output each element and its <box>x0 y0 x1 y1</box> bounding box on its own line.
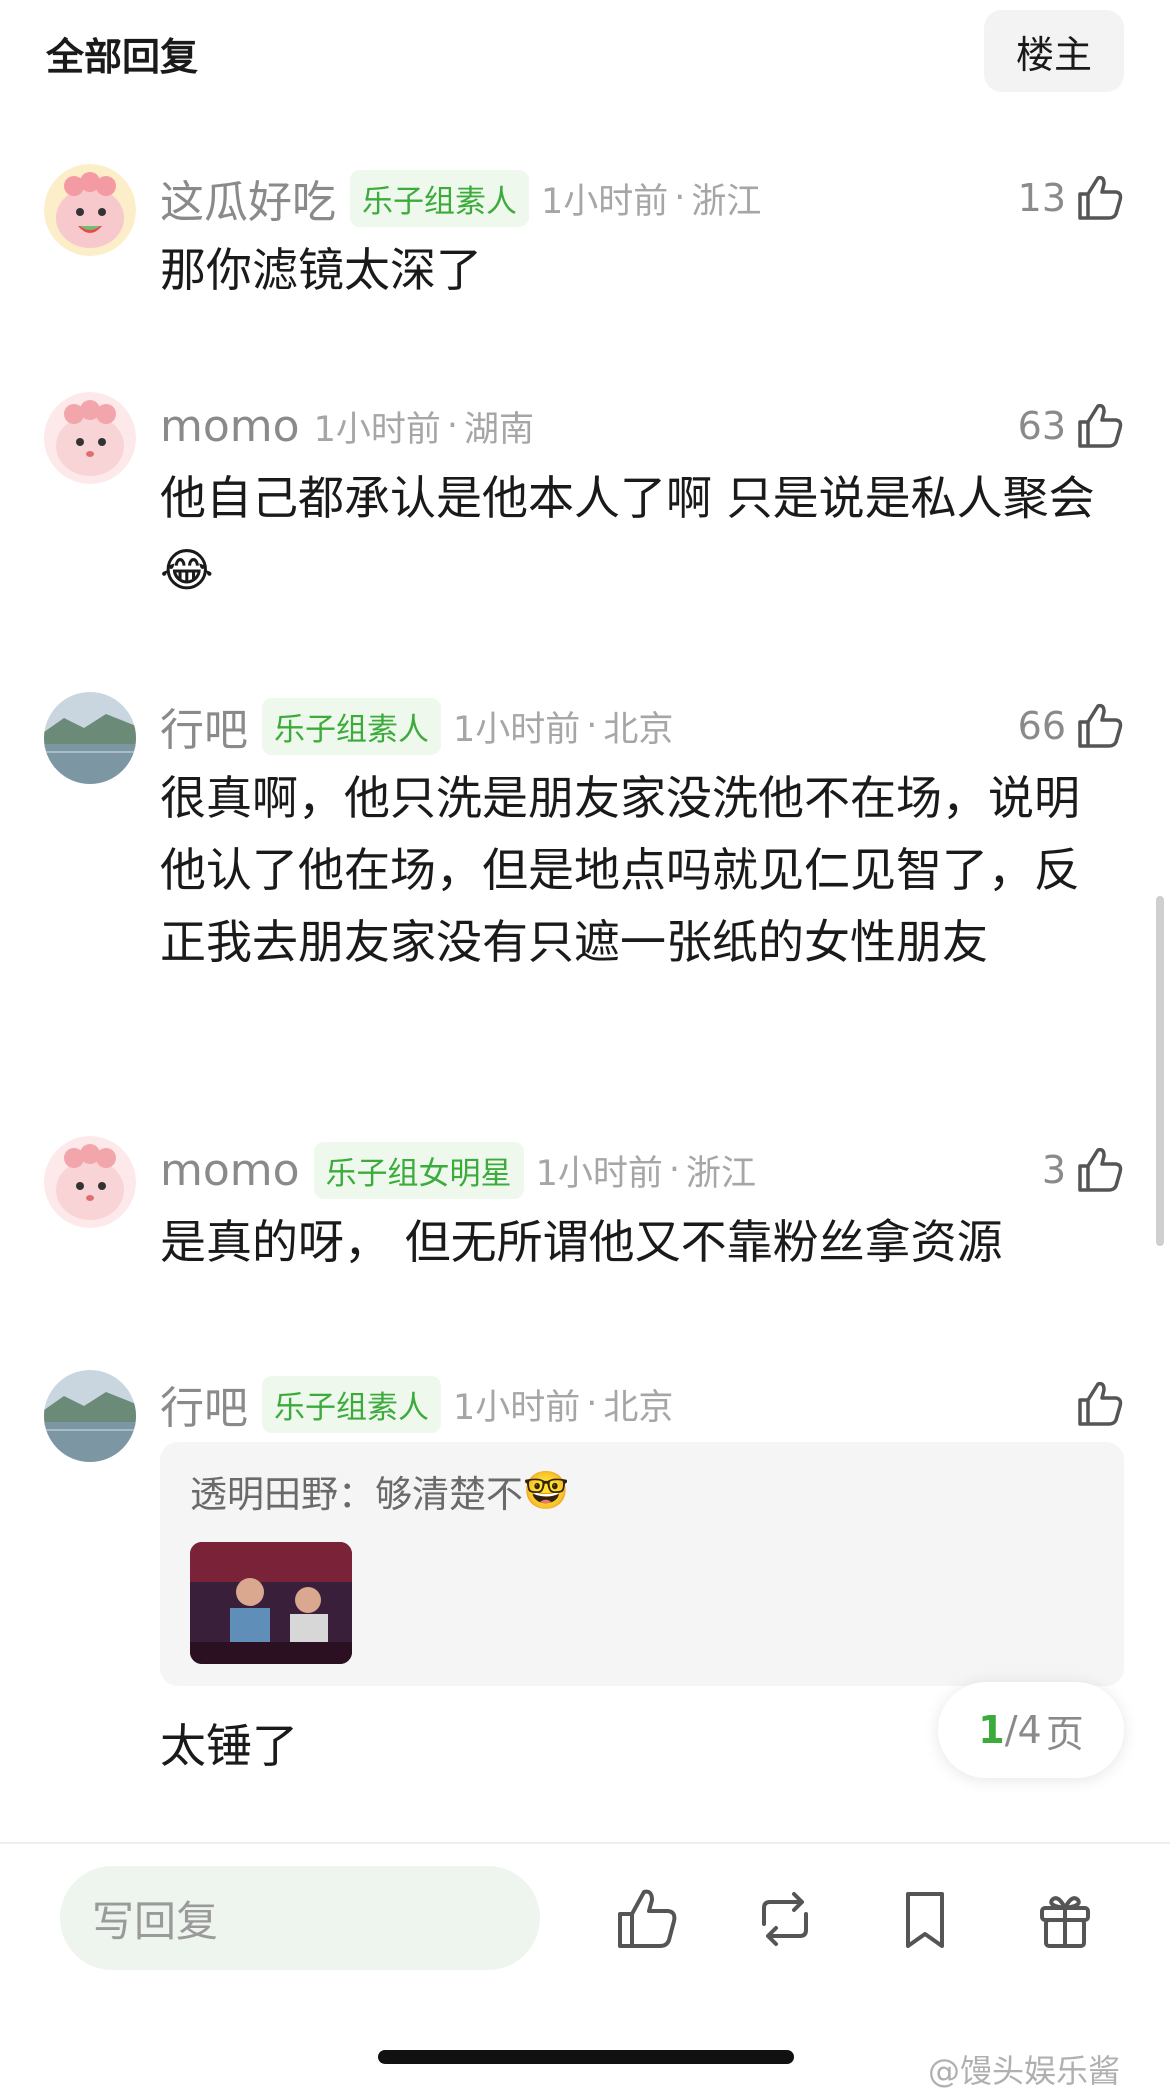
reply-input[interactable]: 写回复 <box>60 1866 540 1970</box>
avatar[interactable] <box>44 692 136 784</box>
location: 浙江 <box>691 181 762 222</box>
like-count: 13 <box>1017 176 1066 220</box>
comment-text: 很真啊，他只洗是朋友家没洗他不在场，说明他认了他在场，但是地点吗就见仁见智了，反… <box>160 771 1080 969</box>
repost-icon[interactable] <box>750 1884 820 1954</box>
like-count: 63 <box>1017 404 1066 448</box>
comment-meta: 行吧 乐子组素人 1小时前 · 北京 <box>160 696 673 756</box>
owner-only-button[interactable]: 楼主 <box>984 10 1124 92</box>
total-pages: /4 <box>1004 1708 1042 1752</box>
meta-separator: · <box>446 406 458 446</box>
meta-separator: · <box>668 1150 680 1190</box>
like-count: 66 <box>1017 704 1066 748</box>
watermark: @馒头娱乐酱 <box>928 2052 1121 2090</box>
page-title: 全部回复 <box>46 35 199 79</box>
comment-item: momo 1小时前 · 湖南 63 他自己都承认是他本人了啊 只是说是私人聚会 😂 <box>0 392 1170 612</box>
timestamp: 1小时前 <box>313 409 441 450</box>
header: 全部回复 楼主 <box>0 0 1170 110</box>
meta-separator: · <box>586 1384 598 1424</box>
user-badge: 乐子组女明星 <box>313 1141 524 1199</box>
like-button[interactable]: 63 <box>1018 396 1126 456</box>
comment-text: 他自己都承认是他本人了啊 只是说是私人聚会 😂 <box>160 462 1100 606</box>
comment-text-content: 他自己都承认是他本人了啊 只是说是私人聚会 <box>160 471 1095 525</box>
timestamp: 1小时前 <box>453 709 581 750</box>
laughing-emoji-icon: 😂 <box>160 543 214 597</box>
meta-separator: · <box>674 178 686 218</box>
comment-meta: momo 1小时前 · 湖南 <box>160 396 534 456</box>
comment-item: 这瓜好吃 乐子组素人 1小时前 · 浙江 13 那你滤镜太深了 <box>0 164 1170 304</box>
page-indicator[interactable]: 1 /4 页 <box>938 1682 1124 1778</box>
comment-meta: 这瓜好吃 乐子组素人 1小时前 · 浙江 <box>160 168 761 228</box>
comment-meta: 行吧 乐子组素人 1小时前 · 北京 <box>160 1374 673 1434</box>
username[interactable]: 这瓜好吃 <box>160 166 336 230</box>
thumbs-up-icon <box>1078 1381 1123 1426</box>
username[interactable]: momo <box>160 1145 300 1196</box>
like-button[interactable]: 66 <box>1018 696 1126 756</box>
username[interactable]: momo <box>160 401 300 452</box>
avatar[interactable] <box>44 1136 136 1228</box>
bookmark-icon[interactable] <box>890 1884 960 1954</box>
comment-item: momo 乐子组女明星 1小时前 · 浙江 3 是真的呀， 但无所谓他又不靠粉丝… <box>0 1136 1170 1276</box>
thumbs-up-icon <box>1078 1147 1123 1192</box>
quoted-reply[interactable]: 透明田野： 够清楚不 🤓 <box>160 1442 1124 1686</box>
user-badge: 乐子组素人 <box>350 169 529 227</box>
thumbs-up-icon[interactable] <box>612 1884 682 1954</box>
avatar[interactable] <box>44 164 136 256</box>
location: 浙江 <box>685 1153 756 1194</box>
comment-item: 行吧 乐子组素人 1小时前 · 北京 66 很真啊，他只洗是朋友家没洗他不在场，… <box>0 692 1170 1052</box>
current-page: 1 <box>978 1708 1005 1752</box>
meta-separator: · <box>586 706 598 746</box>
location: 北京 <box>603 709 674 750</box>
location: 北京 <box>603 1387 674 1428</box>
comment-text: 那你滤镜太深了 <box>160 243 482 297</box>
thumbs-up-icon <box>1078 403 1123 448</box>
user-badge: 乐子组素人 <box>262 697 441 755</box>
location: 湖南 <box>463 409 534 450</box>
gift-icon[interactable] <box>1030 1884 1100 1954</box>
scrollbar[interactable] <box>1156 896 1164 1246</box>
like-count: 3 <box>1041 1148 1066 1192</box>
user-badge: 乐子组素人 <box>262 1375 441 1433</box>
like-button[interactable]: 3 <box>1042 1140 1126 1200</box>
page-unit: 页 <box>1045 1711 1084 1756</box>
timestamp: 1小时前 <box>453 1387 581 1428</box>
username[interactable]: 行吧 <box>160 694 248 758</box>
thumbs-up-icon <box>1078 703 1123 748</box>
home-indicator <box>378 2050 794 2064</box>
comment-meta: momo 乐子组女明星 1小时前 · 浙江 <box>160 1140 756 1200</box>
quote-line: 透明田野： 够清楚不 🤓 <box>190 1464 569 1518</box>
nerd-emoji-icon: 🤓 <box>523 1469 570 1512</box>
like-button[interactable] <box>1066 1374 1126 1434</box>
username[interactable]: 行吧 <box>160 1372 248 1436</box>
quote-author: 透明田野： <box>190 1473 375 1516</box>
avatar[interactable] <box>44 392 136 484</box>
thumbs-up-icon <box>1078 175 1123 220</box>
quote-image-thumbnail[interactable] <box>190 1542 352 1664</box>
quote-text: 够清楚不 <box>375 1473 523 1516</box>
timestamp: 1小时前 <box>541 181 669 222</box>
avatar[interactable] <box>44 1370 136 1462</box>
timestamp: 1小时前 <box>535 1153 663 1194</box>
comment-text: 是真的呀， 但无所谓他又不靠粉丝拿资源 <box>160 1215 1003 1269</box>
like-button[interactable]: 13 <box>1018 168 1126 228</box>
